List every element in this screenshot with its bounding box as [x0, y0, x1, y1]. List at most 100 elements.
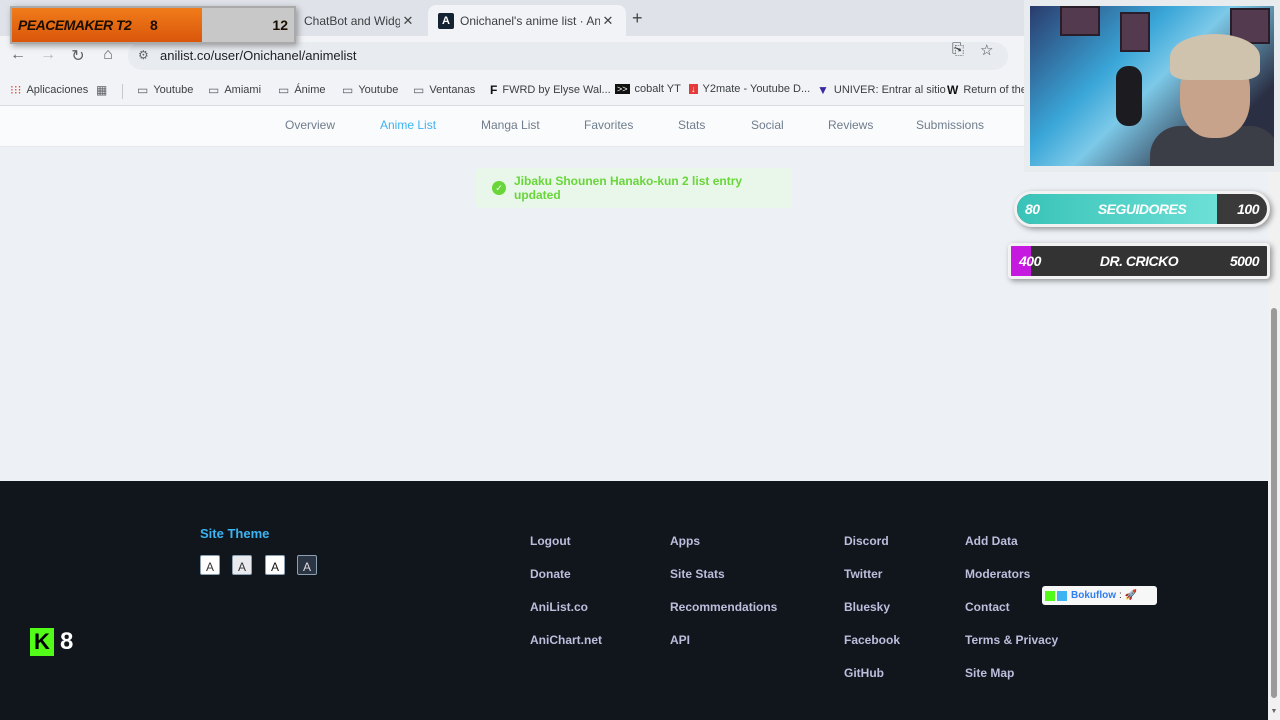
footer-link-api[interactable]: API: [670, 633, 690, 647]
toast-message: Jibaku Shounen Hanako-kun 2 list entry u…: [514, 174, 743, 202]
theme-default-button[interactable]: A: [200, 555, 220, 575]
home-icon[interactable]: ⌂: [98, 46, 118, 64]
bookmark-label: FWRD by Elyse Wal...: [502, 84, 611, 96]
kick-badge-icon: [1045, 590, 1055, 601]
folder-icon: ▭: [342, 83, 354, 97]
folder-icon: ▭: [278, 83, 290, 97]
page-scrollbar[interactable]: ▲ ▼: [1268, 106, 1280, 720]
footer-link-logout[interactable]: Logout: [530, 534, 571, 548]
bookmark-label: Y2mate - Youtube D...: [702, 83, 811, 95]
footer-link-github[interactable]: GitHub: [844, 666, 884, 680]
bookmark-tab-groups[interactable]: ▦: [96, 83, 112, 97]
bookmark-apps[interactable]: ⁝⁝⁝ Aplicaciones: [10, 83, 88, 97]
footer-link-twitter[interactable]: Twitter: [844, 567, 882, 581]
address-bar[interactable]: ⚙ anilist.co/user/Onichanel/animelist: [128, 42, 1008, 70]
goal-target: 100: [1237, 201, 1259, 217]
bookmark-fwrd[interactable]: F FWRD by Elyse Wal...: [490, 83, 611, 97]
reload-icon[interactable]: ↻: [68, 46, 88, 66]
scoreboard-left-value: 8: [150, 17, 158, 33]
nav-overview[interactable]: Overview: [285, 118, 335, 132]
bookmark-y2mate[interactable]: ↓ Y2mate - Youtube D...: [689, 83, 810, 95]
update-toast: ✓ Jibaku Shounen Hanako-kun 2 list entry…: [476, 168, 792, 208]
footer-link-terms[interactable]: Terms & Privacy: [965, 633, 1058, 647]
bookmark-label: Return of the: [963, 84, 1027, 96]
check-circle-icon: ✓: [492, 181, 506, 195]
site-info-icon[interactable]: ⚙: [138, 48, 149, 62]
close-icon[interactable]: ✕: [600, 13, 616, 29]
bookmark-label: Aplicaciones: [26, 84, 89, 96]
theme-dark-button[interactable]: A: [297, 555, 317, 575]
cobalt-icon: >>: [615, 84, 630, 94]
goal-label: SEGUIDORES: [1097, 201, 1187, 217]
tab-chatbot[interactable]: ChatBot and Widgets ✕: [294, 5, 426, 36]
bookmark-folder-youtube-2[interactable]: ▭ Youtube: [342, 83, 398, 97]
footer-link-recommendations[interactable]: Recommendations: [670, 600, 777, 614]
wall-poster: [1120, 12, 1150, 52]
chat-message: : 🚀: [1119, 590, 1138, 601]
wikipedia-icon: W: [947, 83, 959, 97]
nav-social[interactable]: Social: [751, 118, 784, 132]
viewer-count: 8: [60, 628, 74, 655]
footer-link-moderators[interactable]: Moderators: [965, 567, 1030, 581]
chat-message-overlay: Bokuflow : 🚀: [1042, 586, 1157, 605]
bookmark-label: Amiami: [224, 84, 262, 96]
nav-favorites[interactable]: Favorites: [584, 118, 633, 132]
goal-target: 5000: [1229, 253, 1260, 269]
forward-icon[interactable]: →: [38, 46, 58, 64]
goal-label: DR. CRICKO: [1099, 253, 1179, 269]
footer-link-contact[interactable]: Contact: [965, 600, 1010, 614]
close-icon[interactable]: ✕: [400, 13, 416, 29]
bookmark-label: Ventanas: [429, 84, 476, 96]
footer-link-anichart[interactable]: AniChart.net: [530, 633, 602, 647]
bookmark-folder-ventanas[interactable]: ▭ Ventanas: [413, 83, 475, 97]
anilist-favicon-icon: A: [438, 12, 454, 29]
tab-groups-icon: ▦: [96, 83, 108, 97]
bookmark-univer[interactable]: ▼ UNIVER: Entrar al sitio: [817, 83, 946, 97]
tab-anilist[interactable]: A Onichanel's anime list · AniList ✕: [428, 5, 626, 36]
bookmark-divider: [122, 84, 123, 99]
folder-icon: ▭: [413, 83, 425, 97]
install-app-icon[interactable]: ⎘: [952, 41, 964, 58]
footer-link-discord[interactable]: Discord: [844, 534, 889, 548]
theme-high-contrast-button[interactable]: A: [232, 555, 252, 575]
bookmark-label: cobalt YT: [634, 83, 681, 95]
bookmark-folder-amiami[interactable]: ▭ Amiami: [208, 83, 261, 97]
subscriber-badge-icon: [1057, 590, 1067, 601]
nav-manga-list[interactable]: Manga List: [481, 118, 540, 132]
nav-submissions[interactable]: Submissions: [916, 118, 984, 132]
scrollbar-thumb[interactable]: [1271, 308, 1277, 698]
chat-username: Bokuflow: [1071, 590, 1116, 601]
followers-goal-bar: 80 SEGUIDORES 100: [1014, 191, 1270, 227]
bookmark-folder-youtube[interactable]: ▭ Youtube: [137, 83, 193, 97]
scroll-down-icon[interactable]: ▼: [1268, 708, 1280, 715]
url-text: anilist.co/user/Onichanel/animelist: [160, 48, 357, 63]
sub-goal-bar: 400 DR. CRICKO 5000: [1008, 243, 1270, 279]
kick-viewer-count: K 8: [30, 628, 73, 656]
footer-link-donate[interactable]: Donate: [530, 567, 571, 581]
bookmark-folder-anime[interactable]: ▭ Ánime: [278, 83, 326, 97]
tab-title: ChatBot and Widgets: [304, 13, 400, 28]
bookmark-wikipedia[interactable]: W Return of the: [947, 83, 1027, 97]
footer-link-facebook[interactable]: Facebook: [844, 633, 900, 647]
fwrd-icon: F: [490, 83, 498, 97]
nav-reviews[interactable]: Reviews: [828, 118, 873, 132]
bookmark-label: UNIVER: Entrar al sitio: [833, 84, 946, 96]
bookmark-star-icon[interactable]: ☆: [980, 41, 993, 59]
folder-icon: ▭: [208, 83, 220, 97]
webcam-overlay: [1024, 0, 1280, 172]
back-icon[interactable]: ←: [8, 46, 28, 64]
footer-link-add-data[interactable]: Add Data: [965, 534, 1018, 548]
footer-link-anilist[interactable]: AniList.co: [530, 600, 588, 614]
footer-link-site-map[interactable]: Site Map: [965, 666, 1014, 680]
wall-poster: [1060, 6, 1100, 36]
footer-link-site-stats[interactable]: Site Stats: [670, 567, 725, 581]
footer-link-bluesky[interactable]: Bluesky: [844, 600, 890, 614]
bookmark-cobalt[interactable]: >> cobalt YT: [615, 83, 681, 95]
theme-light-button[interactable]: A: [265, 555, 285, 575]
scoreboard-overlay: PEACEMAKER T2 8 12: [10, 6, 296, 44]
folder-icon: ▭: [137, 83, 149, 97]
new-tab-icon[interactable]: +: [632, 8, 643, 29]
nav-anime-list[interactable]: Anime List: [380, 118, 436, 132]
footer-link-apps[interactable]: Apps: [670, 534, 700, 548]
nav-stats[interactable]: Stats: [678, 118, 705, 132]
